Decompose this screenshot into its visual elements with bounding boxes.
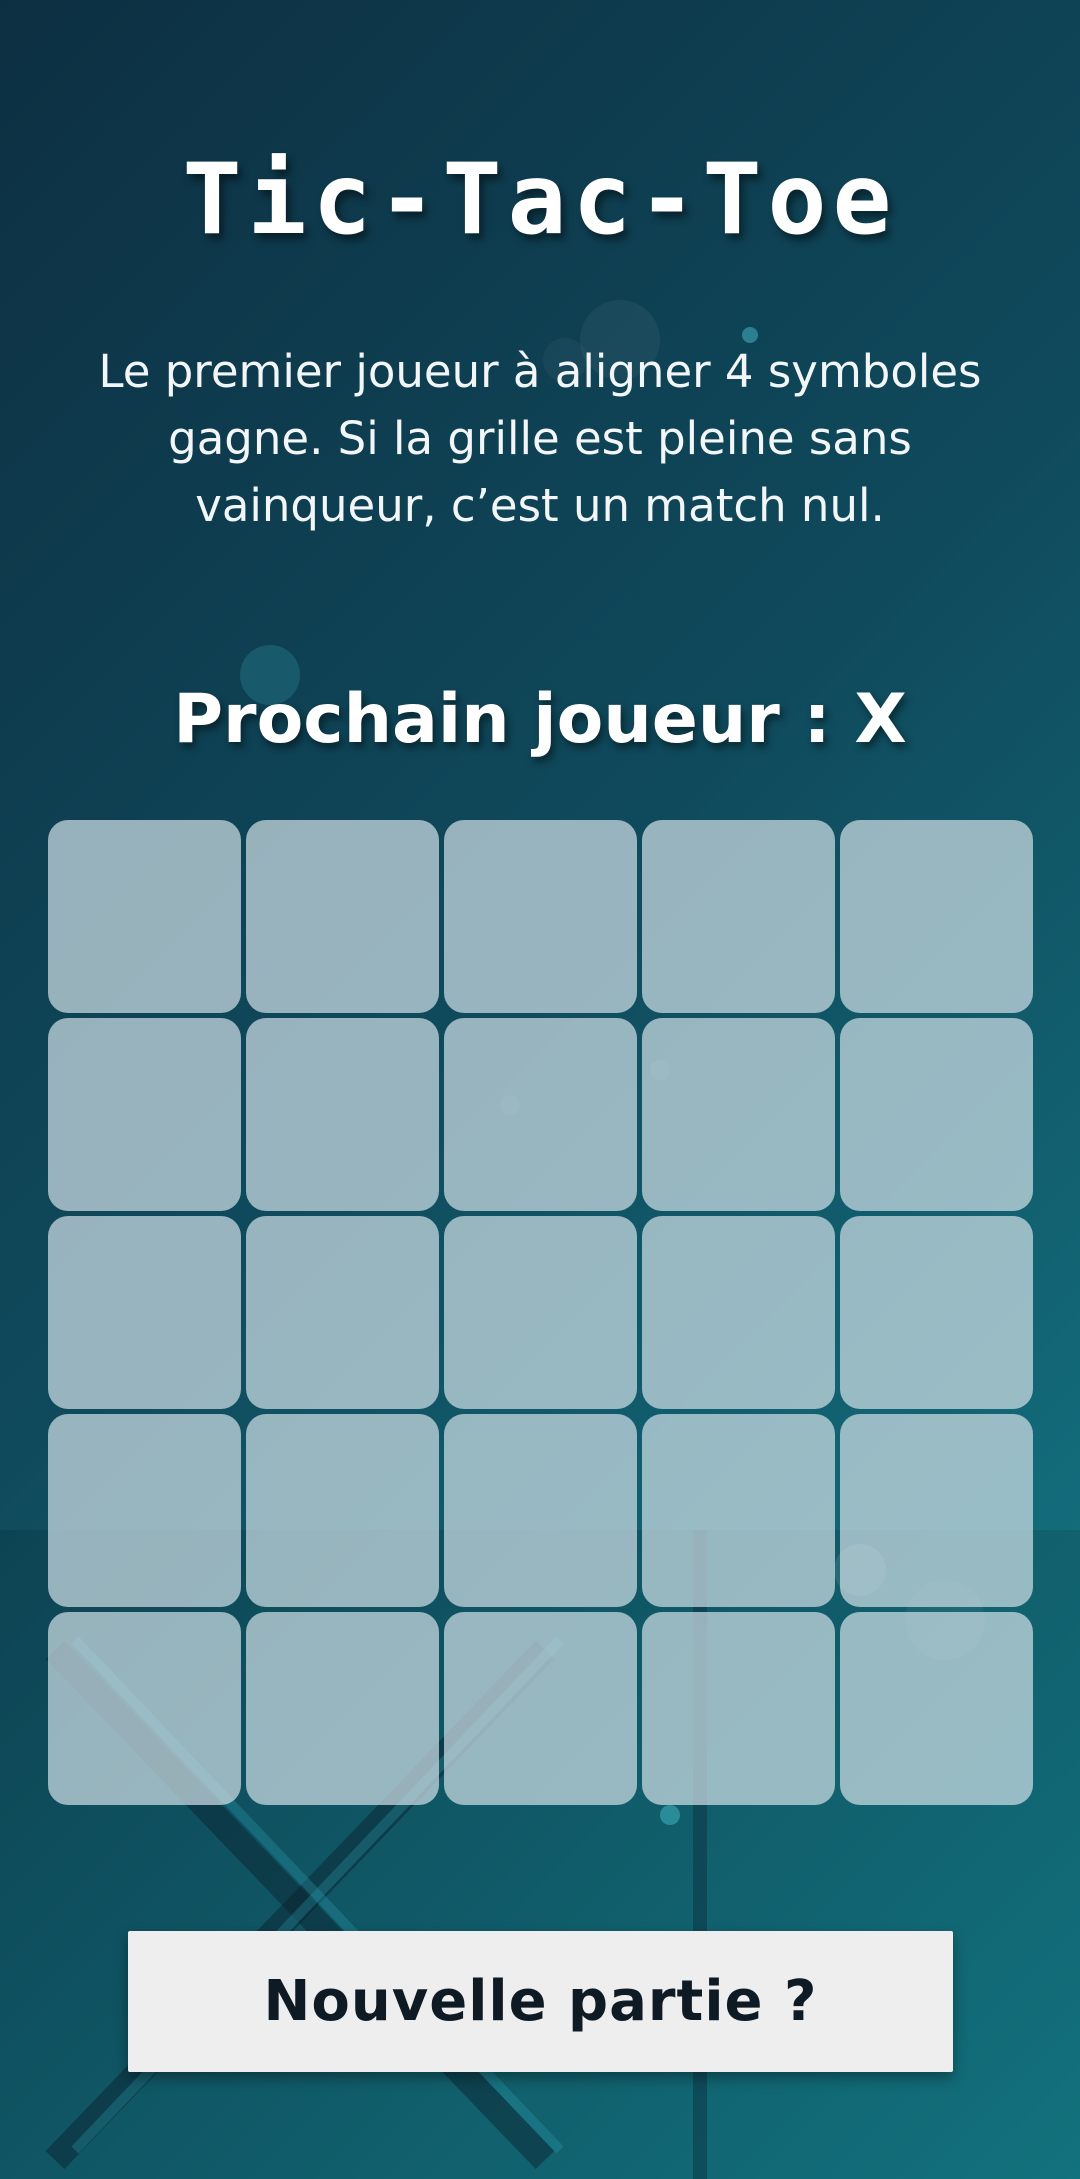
board-cell-r4-c1[interactable]: [48, 1414, 241, 1607]
board-cell-r3-c3[interactable]: [444, 1216, 637, 1409]
board-cell-r5-c2[interactable]: [246, 1612, 439, 1805]
board-cell-r2-c5[interactable]: [840, 1018, 1033, 1211]
board-cell-r5-c5[interactable]: [840, 1612, 1033, 1805]
rules-text: Le premier joueur à aligner 4 symboles g…: [98, 345, 982, 532]
game-title: Tic-Tac-Toe: [182, 143, 898, 257]
board-cell-r3-c4[interactable]: [642, 1216, 835, 1409]
board-cell-r1-c4[interactable]: [642, 820, 835, 1013]
board-cell-r5-c1[interactable]: [48, 1612, 241, 1805]
board-cell-r1-c5[interactable]: [840, 820, 1033, 1013]
board-cell-r4-c2[interactable]: [246, 1414, 439, 1607]
turn-status: Prochain joueur : X: [173, 680, 907, 759]
new-game-button[interactable]: Nouvelle partie ?: [128, 1931, 953, 2072]
board-cell-r2-c4[interactable]: [642, 1018, 835, 1211]
board-cell-r4-c4[interactable]: [642, 1414, 835, 1607]
board-cell-r2-c3[interactable]: [444, 1018, 637, 1211]
board-cell-r3-c1[interactable]: [48, 1216, 241, 1409]
game-screen: Tic-Tac-Toe Le premier joueur à aligner …: [0, 0, 1080, 2179]
board-cell-r3-c2[interactable]: [246, 1216, 439, 1409]
board-cell-r2-c1[interactable]: [48, 1018, 241, 1211]
board-cell-r3-c5[interactable]: [840, 1216, 1033, 1409]
game-board: [48, 820, 1034, 1805]
board-cell-r5-c3[interactable]: [444, 1612, 637, 1805]
board-cell-r2-c2[interactable]: [246, 1018, 439, 1211]
board-cell-r5-c4[interactable]: [642, 1612, 835, 1805]
board-cell-r4-c5[interactable]: [840, 1414, 1033, 1607]
board-cell-r1-c1[interactable]: [48, 820, 241, 1013]
board-cell-r1-c2[interactable]: [246, 820, 439, 1013]
board-cell-r4-c3[interactable]: [444, 1414, 637, 1607]
board-cell-r1-c3[interactable]: [444, 820, 637, 1013]
